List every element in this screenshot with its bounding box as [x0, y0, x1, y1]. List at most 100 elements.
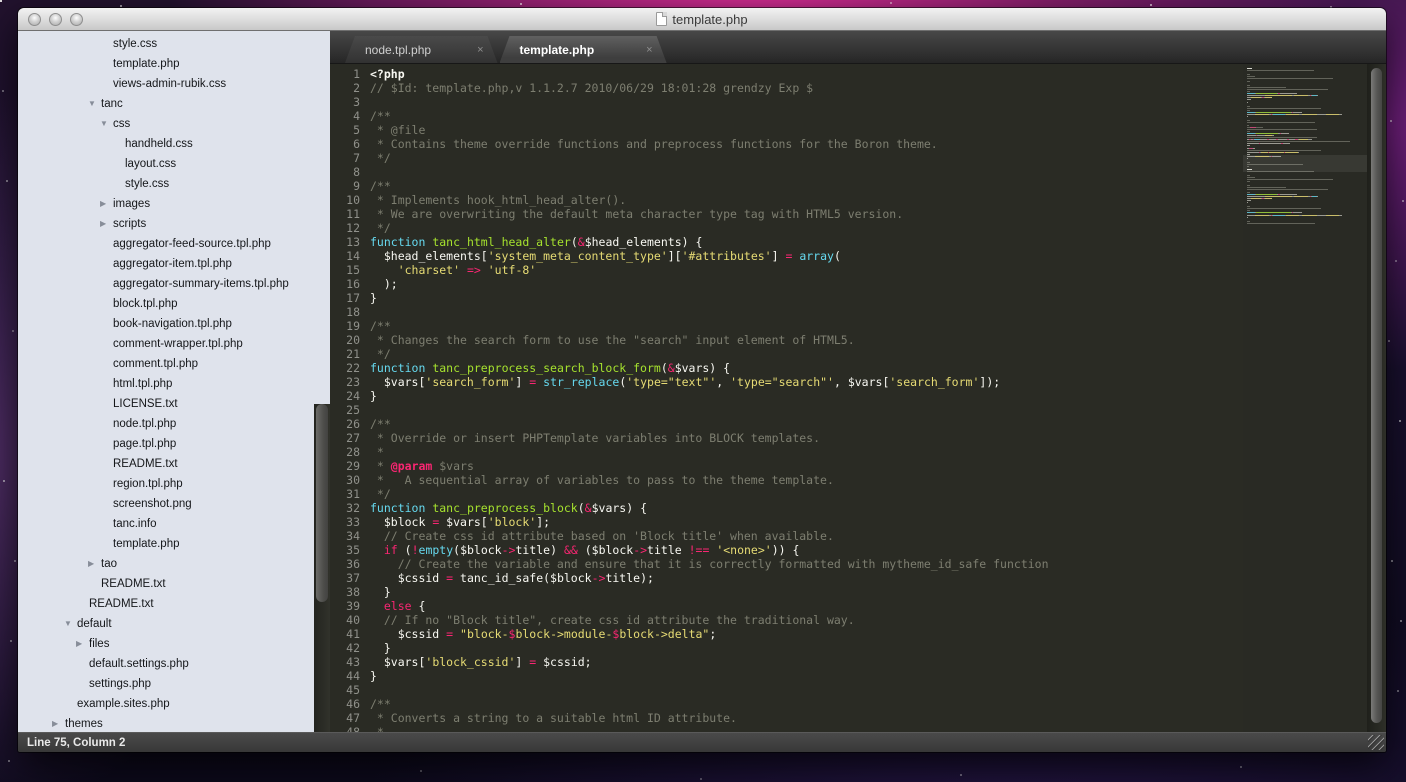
- tree-file-page.tpl.php[interactable]: page.tpl.php: [18, 434, 330, 454]
- code-line-35[interactable]: 35 if (!empty($block->title) && ($block-…: [330, 543, 1386, 557]
- tab-template.php[interactable]: template.php×: [500, 36, 667, 63]
- tree-file-comment-wrapper.tpl.php[interactable]: comment-wrapper.tpl.php: [18, 334, 330, 354]
- tree-file-aggregator-item.tpl.php[interactable]: aggregator-item.tpl.php: [18, 254, 330, 274]
- tree-file-html.tpl.php[interactable]: html.tpl.php: [18, 374, 330, 394]
- code-line-31[interactable]: 31 */: [330, 487, 1386, 501]
- tree-file-template.php[interactable]: template.php: [18, 54, 330, 74]
- code-line-9[interactable]: 9/**: [330, 179, 1386, 193]
- code-line-48[interactable]: 48 *: [330, 725, 1386, 732]
- code-line-17[interactable]: 17}: [330, 291, 1386, 305]
- code-line-5[interactable]: 5 * @file: [330, 123, 1386, 137]
- minimap[interactable]: [1243, 64, 1367, 732]
- tree-file-template.php[interactable]: template.php: [18, 534, 330, 554]
- code-line-19[interactable]: 19/**: [330, 319, 1386, 333]
- code-line-7[interactable]: 7 */: [330, 151, 1386, 165]
- code-line-3[interactable]: 3: [330, 95, 1386, 109]
- code-line-34[interactable]: 34 // Create css id attribute based on '…: [330, 529, 1386, 543]
- tree-file-default.settings.php[interactable]: default.settings.php: [18, 654, 330, 674]
- code-line-38[interactable]: 38 }: [330, 585, 1386, 599]
- disclosure-open-icon[interactable]: ▼: [100, 114, 113, 134]
- tree-file-views-admin-rubik.css[interactable]: views-admin-rubik.css: [18, 74, 330, 94]
- tree-folder-css[interactable]: ▼css: [18, 114, 330, 134]
- code-editor[interactable]: 1<?php2// $Id: template.php,v 1.1.2.7 20…: [330, 64, 1386, 732]
- code-line-12[interactable]: 12 */: [330, 221, 1386, 235]
- minimap-viewport[interactable]: [1243, 155, 1367, 172]
- disclosure-open-icon[interactable]: ▼: [88, 94, 101, 114]
- code-line-46[interactable]: 46/**: [330, 697, 1386, 711]
- sidebar-scrollbar-thumb[interactable]: [316, 404, 328, 602]
- tree-file-aggregator-summary-items.tpl.php[interactable]: aggregator-summary-items.tpl.php: [18, 274, 330, 294]
- code-line-33[interactable]: 33 $block = $vars['block'];: [330, 515, 1386, 529]
- code-line-39[interactable]: 39 else {: [330, 599, 1386, 613]
- disclosure-closed-icon[interactable]: ▶: [88, 554, 101, 574]
- code-line-11[interactable]: 11 * We are overwriting the default meta…: [330, 207, 1386, 221]
- tree-file-node.tpl.php[interactable]: node.tpl.php: [18, 414, 330, 434]
- editor-scrollbar-thumb[interactable]: [1371, 68, 1382, 723]
- code-line-27[interactable]: 27 * Override or insert PHPTemplate vari…: [330, 431, 1386, 445]
- code-line-41[interactable]: 41 $cssid = "block-$block->module-$block…: [330, 627, 1386, 641]
- disclosure-closed-icon[interactable]: ▶: [100, 194, 113, 214]
- window-titlebar[interactable]: template.php: [18, 8, 1386, 31]
- resize-grip-icon[interactable]: [1368, 735, 1384, 750]
- tree-file-LICENSE.txt[interactable]: LICENSE.txt: [18, 394, 330, 414]
- code-line-1[interactable]: 1<?php: [330, 67, 1386, 81]
- tree-file-aggregator-feed-source.tpl.php[interactable]: aggregator-feed-source.tpl.php: [18, 234, 330, 254]
- code-line-45[interactable]: 45: [330, 683, 1386, 697]
- code-line-37[interactable]: 37 $cssid = tanc_id_safe($block->title);: [330, 571, 1386, 585]
- code-line-21[interactable]: 21 */: [330, 347, 1386, 361]
- tree-file-style.css[interactable]: style.css: [18, 34, 330, 54]
- tree-file-README.txt[interactable]: README.txt: [18, 454, 330, 474]
- editor-scrollbar-track[interactable]: [1367, 64, 1386, 732]
- code-line-6[interactable]: 6 * Contains theme override functions an…: [330, 137, 1386, 151]
- tree-file-settings.php[interactable]: settings.php: [18, 674, 330, 694]
- tree-file-block.tpl.php[interactable]: block.tpl.php: [18, 294, 330, 314]
- tree-file-style.css[interactable]: style.css: [18, 174, 330, 194]
- code-line-32[interactable]: 32function tanc_preprocess_block(&$vars)…: [330, 501, 1386, 515]
- tree-folder-themes[interactable]: ▶themes: [18, 714, 330, 732]
- code-line-8[interactable]: 8: [330, 165, 1386, 179]
- disclosure-open-icon[interactable]: ▼: [64, 614, 77, 634]
- tree-file-README.txt[interactable]: README.txt: [18, 594, 330, 614]
- tree-file-README.txt[interactable]: README.txt: [18, 574, 330, 594]
- code-line-23[interactable]: 23 $vars['search_form'] = str_replace('t…: [330, 375, 1386, 389]
- tree-file-comment.tpl.php[interactable]: comment.tpl.php: [18, 354, 330, 374]
- code-line-15[interactable]: 15 'charset' => 'utf-8': [330, 263, 1386, 277]
- disclosure-closed-icon[interactable]: ▶: [76, 634, 89, 654]
- code-line-42[interactable]: 42 }: [330, 641, 1386, 655]
- tree-file-book-navigation.tpl.php[interactable]: book-navigation.tpl.php: [18, 314, 330, 334]
- code-line-2[interactable]: 2// $Id: template.php,v 1.1.2.7 2010/06/…: [330, 81, 1386, 95]
- tree-folder-scripts[interactable]: ▶scripts: [18, 214, 330, 234]
- code-line-13[interactable]: 13function tanc_html_head_alter(&$head_e…: [330, 235, 1386, 249]
- code-line-25[interactable]: 25: [330, 403, 1386, 417]
- tree-file-tanc.info[interactable]: tanc.info: [18, 514, 330, 534]
- tab-close-icon[interactable]: ×: [594, 44, 652, 56]
- code-line-36[interactable]: 36 // Create the variable and ensure tha…: [330, 557, 1386, 571]
- tree-file-handheld.css[interactable]: handheld.css: [18, 134, 330, 154]
- code-line-28[interactable]: 28 *: [330, 445, 1386, 459]
- tree-folder-files[interactable]: ▶files: [18, 634, 330, 654]
- tree-folder-default[interactable]: ▼default: [18, 614, 330, 634]
- code-line-20[interactable]: 20 * Changes the search form to use the …: [330, 333, 1386, 347]
- code-line-4[interactable]: 4/**: [330, 109, 1386, 123]
- code-line-14[interactable]: 14 $head_elements['system_meta_content_t…: [330, 249, 1386, 263]
- code-line-29[interactable]: 29 * @param $vars: [330, 459, 1386, 473]
- code-line-26[interactable]: 26/**: [330, 417, 1386, 431]
- code-line-22[interactable]: 22function tanc_preprocess_search_block_…: [330, 361, 1386, 375]
- tree-folder-tanc[interactable]: ▼tanc: [18, 94, 330, 114]
- code-line-40[interactable]: 40 // If no "Block title", create css id…: [330, 613, 1386, 627]
- tree-file-screenshot.png[interactable]: screenshot.png: [18, 494, 330, 514]
- code-line-24[interactable]: 24}: [330, 389, 1386, 403]
- tab-close-icon[interactable]: ×: [431, 44, 483, 56]
- tab-node.tpl.php[interactable]: node.tpl.php×: [345, 36, 498, 63]
- tree-file-region.tpl.php[interactable]: region.tpl.php: [18, 474, 330, 494]
- tree-file-example.sites.php[interactable]: example.sites.php: [18, 694, 330, 714]
- tree-folder-tao[interactable]: ▶tao: [18, 554, 330, 574]
- code-line-43[interactable]: 43 $vars['block_cssid'] = $cssid;: [330, 655, 1386, 669]
- code-line-47[interactable]: 47 * Converts a string to a suitable htm…: [330, 711, 1386, 725]
- code-line-44[interactable]: 44}: [330, 669, 1386, 683]
- tree-file-layout.css[interactable]: layout.css: [18, 154, 330, 174]
- disclosure-closed-icon[interactable]: ▶: [100, 214, 113, 234]
- code-line-18[interactable]: 18: [330, 305, 1386, 319]
- tree-folder-images[interactable]: ▶images: [18, 194, 330, 214]
- disclosure-closed-icon[interactable]: ▶: [52, 714, 65, 732]
